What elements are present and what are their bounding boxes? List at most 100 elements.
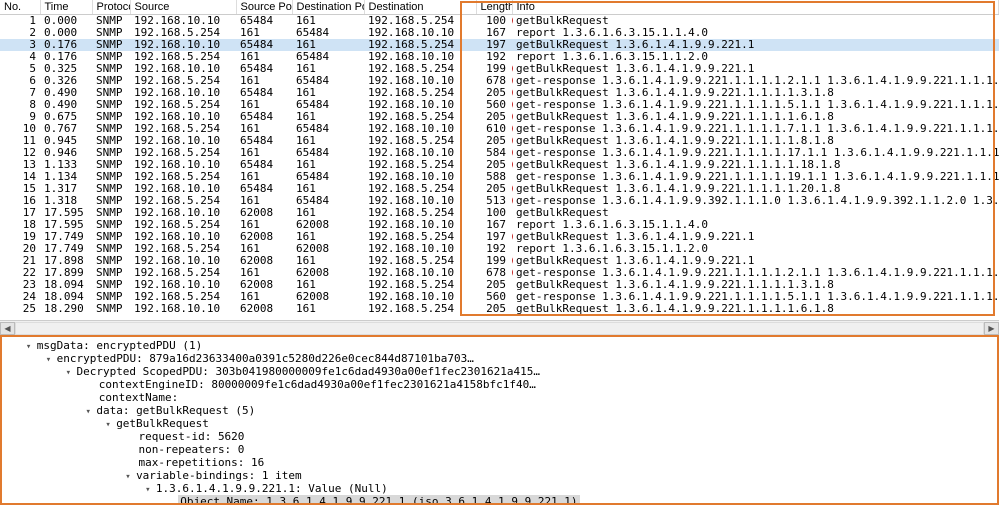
table-row[interactable]: 30.176SNMP192.168.10.1065484161192.168.5…	[0, 39, 999, 51]
cell-col-src: 192.168.10.10	[130, 159, 236, 171]
packet-list-pane[interactable]: No. Time Protocol Source Source Port Des…	[0, 0, 999, 320]
tree-toggle-icon[interactable]	[26, 339, 37, 352]
table-row[interactable]: 1917.749SNMP192.168.10.1062008161192.168…	[0, 231, 999, 243]
detail-line[interactable]: request-id: 5620	[6, 430, 993, 443]
cell-col-time: 18.290	[40, 303, 92, 315]
table-row[interactable]: 70.490SNMP192.168.10.1065484161192.168.5…	[0, 87, 999, 99]
col-dst[interactable]: Destination	[364, 0, 476, 15]
tree-toggle-icon[interactable]	[85, 404, 96, 417]
cell-col-dst: 192.168.10.10	[364, 147, 476, 159]
cell-col-time: 18.094	[40, 291, 92, 303]
cell-col-dport: 161	[292, 135, 364, 147]
col-time[interactable]: Time	[40, 0, 92, 15]
cell-col-len: 205	[476, 183, 512, 195]
tree-toggle-icon[interactable]	[105, 417, 116, 430]
cell-col-dport: 161	[292, 111, 364, 123]
col-src[interactable]: Source	[130, 0, 236, 15]
table-row[interactable]: 10.000SNMP192.168.10.1065484161192.168.5…	[0, 15, 999, 28]
horizontal-scrollbar[interactable]: ◀ ▶	[0, 320, 999, 335]
col-no[interactable]: No.	[0, 0, 40, 15]
detail-line[interactable]: getBulkRequest	[6, 417, 993, 430]
tree-toggle-icon[interactable]	[145, 482, 156, 495]
cell-col-sport: 161	[236, 99, 292, 111]
cell-col-dst: 192.168.10.10	[364, 75, 476, 87]
detail-line[interactable]: contextEngineID: 80000009fe1c6dad4930a00…	[6, 378, 993, 391]
col-sport[interactable]: Source Port	[236, 0, 292, 15]
detail-line[interactable]: encryptedPDU: 879a16d23633400a0391c5280d…	[6, 352, 993, 365]
cell-col-proto: SNMP	[92, 99, 130, 111]
table-row[interactable]: 80.490SNMP192.168.5.25416165484192.168.1…	[0, 99, 999, 111]
packet-detail-pane[interactable]: msgData: encryptedPDU (1) encryptedPDU: …	[0, 335, 999, 505]
detail-line[interactable]: Decrypted ScopedPDU: 303b041980000009fe1…	[6, 365, 993, 378]
cell-col-dport: 65484	[292, 171, 364, 183]
detail-line[interactable]: non-repeaters: 0	[6, 443, 993, 456]
cell-col-no: 20	[0, 243, 40, 255]
cell-col-time: 17.595	[40, 207, 92, 219]
col-proto[interactable]: Protocol	[92, 0, 130, 15]
packet-table[interactable]: No. Time Protocol Source Source Port Des…	[0, 0, 999, 315]
tree-toggle-icon[interactable]	[66, 365, 77, 378]
table-row[interactable]: 50.325SNMP192.168.10.1065484161192.168.5…	[0, 63, 999, 75]
cell-col-proto: SNMP	[92, 219, 130, 231]
detail-line[interactable]: data: getBulkRequest (5)	[6, 404, 993, 417]
scroll-right-arrow-icon[interactable]: ▶	[984, 322, 999, 335]
table-row[interactable]: 120.946SNMP192.168.5.25416165484192.168.…	[0, 147, 999, 159]
cell-col-len: 167	[476, 219, 512, 231]
table-row[interactable]: 141.134SNMP192.168.5.25416165484192.168.…	[0, 171, 999, 183]
cell-col-dst: 192.168.5.254	[364, 183, 476, 195]
detail-line[interactable]: contextName:	[6, 391, 993, 404]
table-row[interactable]: 110.945SNMP192.168.10.1065484161192.168.…	[0, 135, 999, 147]
cell-col-len: 678	[476, 75, 512, 87]
cell-col-dport: 62008	[292, 243, 364, 255]
table-row[interactable]: 161.318SNMP192.168.5.25416165484192.168.…	[0, 195, 999, 207]
detail-line[interactable]: Object Name: 1.3.6.1.4.1.9.9.221.1 (iso.…	[6, 495, 993, 505]
table-row[interactable]: 2318.094SNMP192.168.10.1062008161192.168…	[0, 279, 999, 291]
scroll-track[interactable]	[15, 322, 984, 335]
table-row[interactable]: 2418.094SNMP192.168.5.25416162008192.168…	[0, 291, 999, 303]
cell-info: 1getBulkRequest 1.3.6.1.4.1.9.9.221.1.1.…	[512, 87, 999, 99]
cell-col-proto: SNMP	[92, 183, 130, 195]
table-row[interactable]: 1817.595SNMP192.168.5.25416162008192.168…	[0, 219, 999, 231]
table-row[interactable]: 2017.749SNMP192.168.5.25416162008192.168…	[0, 243, 999, 255]
cell-info: 2get-response 1.3.6.1.4.1.9.9.392.1.1.1.…	[512, 195, 999, 207]
detail-line[interactable]: variable-bindings: 1 item	[6, 469, 993, 482]
col-dport[interactable]: Destination Port	[292, 0, 364, 15]
table-row[interactable]: 20.000SNMP192.168.5.25416165484192.168.1…	[0, 27, 999, 39]
info-text: getBulkRequest 1.3.6.1.4.1.9.9.221.1.1.1…	[516, 183, 841, 195]
info-text: getBulkRequest 1.3.6.1.4.1.9.9.221.1.1.1…	[516, 87, 834, 99]
table-row[interactable]: 2518.290SNMP192.168.10.1062008161192.168…	[0, 303, 999, 315]
table-row[interactable]: 1717.595SNMP192.168.10.1062008161192.168…	[0, 207, 999, 219]
detail-line[interactable]: msgData: encryptedPDU (1)	[6, 339, 993, 352]
table-row[interactable]: 2117.898SNMP192.168.10.1062008161192.168…	[0, 255, 999, 267]
cell-col-len: 199	[476, 255, 512, 267]
table-row[interactable]: 60.326SNMP192.168.5.25416165484192.168.1…	[0, 75, 999, 87]
detail-line[interactable]: 1.3.6.1.4.1.9.9.221.1: Value (Null)	[6, 482, 993, 495]
table-row[interactable]: 151.317SNMP192.168.10.1065484161192.168.…	[0, 183, 999, 195]
info-text: report 1.3.6.1.6.3.15.1.1.2.0	[516, 243, 708, 255]
cell-col-proto: SNMP	[92, 303, 130, 315]
cell-col-len: 205	[476, 135, 512, 147]
table-row[interactable]: 131.133SNMP192.168.10.1065484161192.168.…	[0, 159, 999, 171]
cell-col-src: 192.168.10.10	[130, 15, 236, 28]
detail-line[interactable]: max-repetitions: 16	[6, 456, 993, 469]
tree-toggle-icon[interactable]	[46, 352, 57, 365]
scroll-left-arrow-icon[interactable]: ◀	[0, 322, 15, 335]
cell-col-sport: 161	[236, 195, 292, 207]
cell-col-no: 19	[0, 231, 40, 243]
detail-text: encryptedPDU: 879a16d23633400a0391c5280d…	[57, 352, 474, 365]
col-info[interactable]: Info	[512, 0, 999, 15]
table-row[interactable]: 40.176SNMP192.168.5.25416165484192.168.1…	[0, 51, 999, 63]
cell-col-dport: 161	[292, 303, 364, 315]
cell-col-src: 192.168.5.254	[130, 123, 236, 135]
cell-info: 1getBulkRequest 1.3.6.1.4.1.9.9.221.1	[512, 63, 999, 75]
tree-toggle-icon[interactable]	[125, 469, 136, 482]
table-header-row[interactable]: No. Time Protocol Source Source Port Des…	[0, 0, 999, 15]
cell-col-src: 192.168.5.254	[130, 147, 236, 159]
cell-col-sport: 161	[236, 243, 292, 255]
table-row[interactable]: 2217.899SNMP192.168.5.25416162008192.168…	[0, 267, 999, 279]
table-row[interactable]: 90.675SNMP192.168.10.1065484161192.168.5…	[0, 111, 999, 123]
table-row[interactable]: 100.767SNMP192.168.5.25416165484192.168.…	[0, 123, 999, 135]
col-len[interactable]: Length	[476, 0, 512, 15]
cell-info: 2get-response 1.3.6.1.4.1.9.9.221.1.1.1.…	[512, 267, 999, 279]
cell-col-src: 192.168.10.10	[130, 279, 236, 291]
